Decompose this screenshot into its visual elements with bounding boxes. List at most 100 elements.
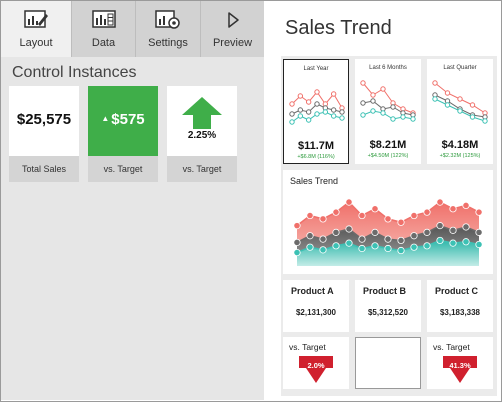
mini-point (390, 104, 396, 110)
mini-point (482, 118, 488, 124)
area-point (306, 211, 314, 220)
tile-caption: Total Sales (9, 156, 79, 182)
area-point (319, 235, 327, 243)
mini-point (330, 91, 337, 97)
vs-target-percent: 2.25% (187, 130, 217, 141)
mini-point (289, 119, 295, 125)
mini-card-title: Last Quarter (443, 65, 477, 71)
mini-line-chart (360, 80, 416, 122)
mini-point (469, 114, 476, 120)
area-point (397, 246, 405, 255)
tab-bar: Layout Data Settings Preview (1, 1, 264, 57)
area-point (358, 211, 366, 220)
product-card-a[interactable]: Product A $2,131,300 (283, 280, 349, 332)
area-point (293, 248, 301, 257)
area-point (436, 222, 444, 230)
area-point (358, 235, 366, 243)
area-point (384, 235, 392, 243)
area-point (449, 239, 457, 247)
area-point (332, 208, 340, 216)
mini-point (305, 109, 312, 115)
vs-target-card-2[interactable]: vs. Target 41.3% (427, 337, 493, 389)
area-point (319, 215, 327, 223)
area-point (371, 228, 379, 236)
mini-point (330, 107, 337, 113)
mini-point (322, 109, 329, 115)
mini-line-chart (432, 80, 488, 124)
up-triangle-icon: ▲ (101, 114, 110, 123)
vs-target-value-tile[interactable]: ▲ $575 vs. Target (88, 86, 158, 182)
left-panel: Layout Data Settings Preview Control Ins… (1, 1, 264, 400)
total-sales-tile[interactable]: $25,575 Total Sales (9, 86, 79, 182)
mini-point (370, 92, 376, 98)
tile-caption: vs. Target (88, 156, 158, 182)
area-point (293, 222, 301, 230)
product-card-c[interactable]: Product C $3,183,338 (427, 280, 493, 332)
mini-point (360, 112, 366, 118)
area-point (475, 208, 483, 216)
product-value: $2,131,300 (295, 308, 337, 317)
product-name: Product B (363, 286, 407, 296)
area-point (410, 232, 418, 240)
tab-label: Layout (19, 37, 53, 49)
mini-point (314, 111, 320, 117)
mini-point (457, 96, 463, 102)
mini-point (444, 90, 451, 96)
product-card-b[interactable]: Product B $5,312,520 (355, 280, 421, 332)
area-point (371, 242, 379, 250)
mini-point (444, 102, 451, 108)
mini-point (297, 107, 304, 113)
mini-card-last-6-months[interactable]: Last 6 Months $8.21M +$4.50M (122%) (355, 59, 421, 164)
area-point (319, 246, 327, 254)
area-point (384, 244, 392, 253)
sales-trend-card-title: Sales Trend (290, 176, 339, 186)
mini-point (370, 108, 376, 114)
mini-card-delta: +$6.8M (116%) (297, 154, 335, 160)
tab-settings[interactable]: Settings (136, 1, 200, 57)
area-point (306, 232, 314, 240)
mini-card-last-year[interactable]: Last Year $11.7M +$6.8M (116%) (283, 59, 349, 164)
empty-card[interactable] (355, 337, 421, 389)
vs-target-amount: ▲ $575 (88, 111, 158, 128)
tab-layout[interactable]: Layout (1, 1, 71, 57)
mini-point (380, 86, 386, 92)
area-point (462, 201, 470, 210)
mini-card-value: $4.18M (441, 139, 479, 151)
dashboard-grid: Last Year $11.7M +$6.8M (116%) Last 6 Mo… (281, 56, 497, 396)
area-point (449, 205, 457, 213)
tab-label: Settings (148, 37, 188, 49)
mini-point (360, 80, 366, 86)
area-point (462, 223, 470, 231)
area-point (358, 244, 366, 253)
dashboard-title: Sales Trend (285, 17, 392, 39)
product-value: $5,312,520 (367, 308, 409, 317)
vs-target-value: 2.0% (307, 361, 325, 370)
vs-target-percent-tile[interactable]: 2.25% vs. Target (167, 86, 237, 182)
sales-trend-card[interactable]: Sales Trend (283, 170, 493, 274)
mini-card-delta: +$4.50M (122%) (367, 153, 409, 159)
tab-preview[interactable]: Preview (201, 1, 264, 57)
area-point (332, 242, 340, 250)
mini-card-last-quarter[interactable]: Last Quarter $4.18M +$2.32M (125%) (427, 59, 493, 164)
area-point (436, 236, 444, 245)
mini-point (305, 99, 312, 105)
tab-data[interactable]: Data (72, 1, 135, 57)
vs-target-card-1[interactable]: vs. Target 2.0% (283, 337, 349, 389)
mini-point (432, 96, 438, 102)
mini-line-chart (289, 89, 345, 125)
vs-target-amount-text: $575 (111, 111, 145, 128)
mini-card-value: $8.21M (369, 139, 407, 151)
area-point (423, 242, 431, 250)
mini-card-title: Last 6 Months (369, 65, 407, 71)
mini-point (289, 111, 295, 117)
mini-point (330, 113, 337, 119)
data-icon (91, 10, 116, 35)
mini-point (380, 110, 386, 116)
total-sales-value: $25,575 (16, 111, 72, 128)
mini-point (469, 102, 476, 108)
mini-point (305, 117, 312, 123)
mini-point (314, 101, 320, 107)
tile-body: 2.25% (167, 86, 237, 156)
mini-point (297, 113, 304, 119)
product-name: Product A (291, 286, 334, 296)
